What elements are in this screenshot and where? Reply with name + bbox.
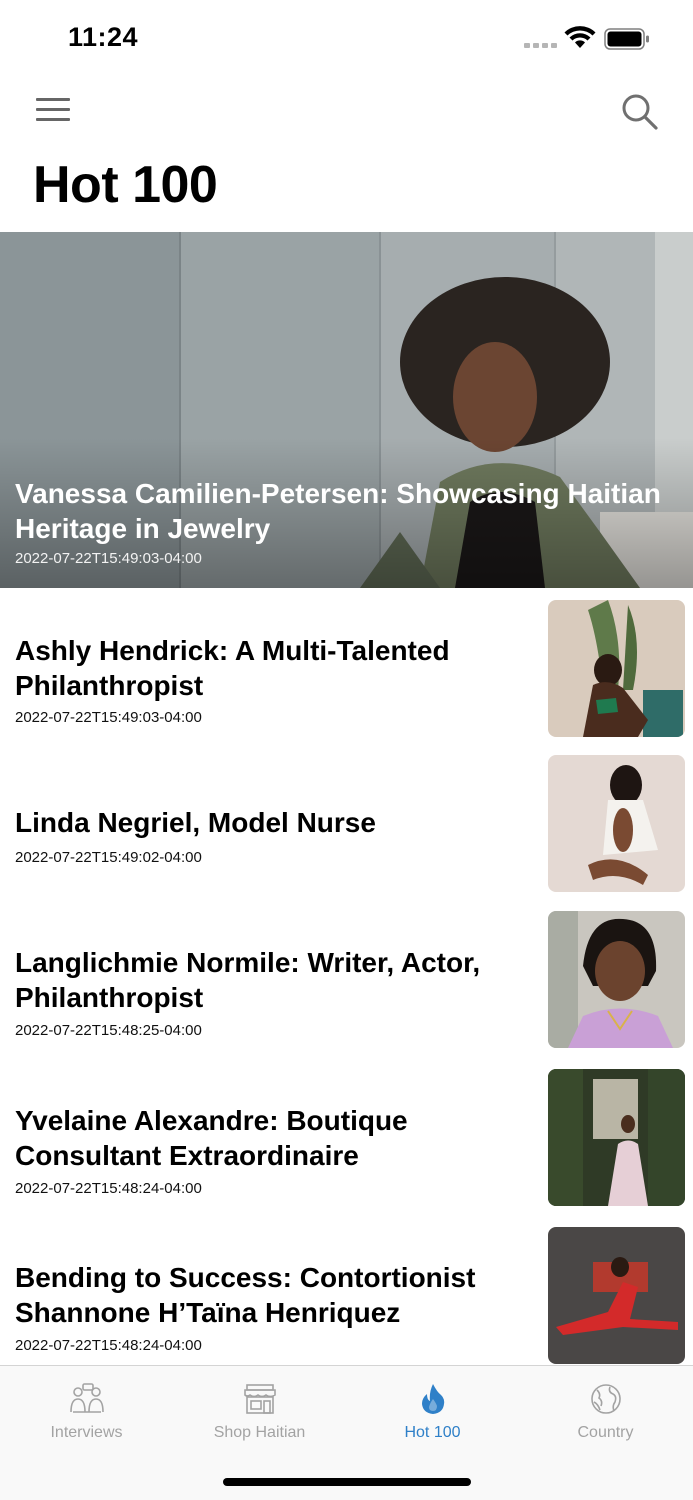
article-row[interactable]: Langlichmie Normile: Writer, Actor, Phil… — [0, 908, 693, 1066]
interview-icon — [69, 1383, 104, 1413]
tab-shop-haitian[interactable]: Shop Haitian — [173, 1366, 346, 1456]
article-thumbnail — [548, 600, 685, 737]
globe-icon — [590, 1384, 621, 1414]
featured-article[interactable]: Vanessa Camilien-Petersen: Showcasing Ha… — [0, 232, 693, 588]
tab-label: Hot 100 — [404, 1424, 461, 1441]
article-row[interactable]: Linda Negriel, Model Nurse 2022-07-22T15… — [0, 750, 693, 908]
cellular-signal-icon — [524, 43, 557, 48]
article-date: 2022-07-22T15:48:25-04:00 — [15, 1022, 202, 1039]
article-thumbnail — [548, 911, 685, 1048]
storefront-icon — [243, 1384, 276, 1414]
article-row[interactable]: Ashly Hendrick: A Multi-Talented Philant… — [0, 588, 693, 750]
hamburger-menu-icon[interactable] — [36, 98, 70, 126]
article-thumbnail — [548, 1227, 685, 1364]
article-row[interactable]: Bending to Success: Contortionist Shanno… — [0, 1224, 693, 1365]
article-thumbnail — [548, 755, 685, 892]
tab-label: Interviews — [50, 1424, 123, 1441]
article-title: Bending to Success: Contortionist Shanno… — [15, 1262, 476, 1328]
article-date: 2022-07-22T15:49:03-04:00 — [15, 709, 202, 726]
tab-hot-100[interactable]: Hot 100 — [346, 1366, 519, 1456]
tab-label: Shop Haitian — [213, 1424, 306, 1441]
home-indicator[interactable] — [223, 1478, 471, 1486]
page-title: Hot 100 — [33, 156, 218, 214]
article-title: Langlichmie Normile: Writer, Actor, Phil… — [15, 947, 481, 1013]
featured-title: Vanessa Camilien-Petersen: Showcasing Ha… — [15, 478, 661, 544]
article-title: Yvelaine Alexandre: Boutique Consultant … — [15, 1105, 408, 1171]
article-thumbnail — [548, 1069, 685, 1206]
featured-date: 2022-07-22T15:49:03-04:00 — [15, 550, 202, 567]
search-icon[interactable] — [620, 92, 660, 132]
article-row[interactable]: Yvelaine Alexandre: Boutique Consultant … — [0, 1066, 693, 1224]
article-title: Ashly Hendrick: A Multi-Talented Philant… — [15, 635, 450, 701]
wifi-icon — [564, 26, 596, 48]
status-bar: 11:24 — [0, 0, 693, 80]
tab-country[interactable]: Country — [519, 1366, 692, 1456]
status-time: 11:24 — [68, 22, 139, 52]
flame-icon — [421, 1384, 444, 1414]
battery-icon — [604, 28, 649, 50]
tab-interviews[interactable]: Interviews — [0, 1366, 173, 1456]
article-date: 2022-07-22T15:48:24-04:00 — [15, 1337, 202, 1354]
article-date: 2022-07-22T15:48:24-04:00 — [15, 1180, 202, 1197]
tab-label: Country — [577, 1424, 634, 1441]
article-date: 2022-07-22T15:49:02-04:00 — [15, 849, 202, 866]
article-title: Linda Negriel, Model Nurse — [15, 807, 376, 838]
